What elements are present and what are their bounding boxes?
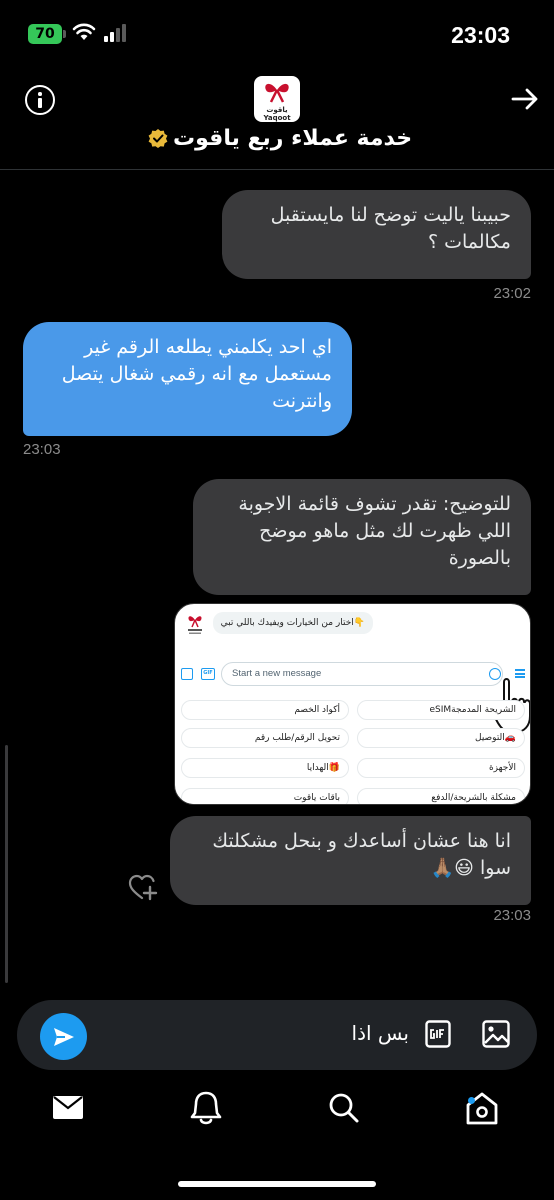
scrollbar[interactable] [5,745,8,983]
message-outgoing[interactable]: انا هنا عشان أساعدك و بنحل مشكلتك سوا 😃🙏… [170,816,531,905]
battery-indicator: 70 [28,24,62,44]
info-icon[interactable] [25,85,55,115]
message-outgoing[interactable]: حبيبنا ياليت توضح لنا مايستقبل مكالمات ؟ [222,190,531,279]
message-timestamp: 23:03 [23,441,61,458]
title-row: خدمة عملاء ربع ياقوت [0,126,554,151]
home-icon[interactable] [462,1088,502,1128]
gif-icon[interactable] [425,1020,451,1048]
message-text: حبيبنا ياليت توضح لنا مايستقبل مكالمات ؟ [270,204,511,253]
send-button[interactable] [40,1013,87,1060]
message-text: للتوضيح: تقدر تشوف قائمة الاجوبة اللي ظه… [238,493,511,569]
message-text: اي احد يكلمني يطلعه الرقم غير مستعمل مع … [61,336,332,412]
attachment-option: أكواد الخصم [181,700,349,720]
attachment-option: مشكلة بالشريحة/الدفع [357,788,525,804]
search-icon[interactable] [324,1088,364,1128]
message-incoming[interactable]: اي احد يكلمني يطلعه الرقم غير مستعمل مع … [23,322,352,436]
message-image-attachment[interactable]: 👇اختار من الخيارات ويفيدك باللي تبي GIF … [174,603,531,805]
attachment-option: تحويل الرقم/طلب رقم [181,728,349,748]
status-time: 23:03 [451,22,510,48]
message-composer: بس اذا [17,1000,537,1070]
notification-dot [468,1097,475,1104]
image-icon[interactable] [482,1020,510,1048]
bow-logo-icon [265,83,289,103]
battery-level: 70 [35,26,55,42]
message-timestamp: 23:03 [493,907,531,924]
logo-text-en: Yaqoot [263,114,291,122]
attachment-option: 🎁الهدايا [181,758,349,778]
logo-text-ar: ياقوت [266,106,288,114]
attachment-option: الشريحة المدمجةeSIM [357,700,525,720]
attachment-option: 🚗التوصيل [357,728,525,748]
message-text: انا هنا عشان أساعدك و بنحل مشكلتك سوا 😃🙏… [212,830,511,879]
message-timestamp: 23:02 [493,285,531,302]
attachment-prompt: 👇اختار من الخيارات ويفيدك باللي تبي [213,612,373,634]
page-title[interactable]: خدمة عملاء ربع ياقوت [173,126,412,151]
heart-plus-icon[interactable] [128,874,158,902]
image-icon [181,668,193,680]
cellular-signal-icon [104,24,126,42]
messages-icon[interactable] [48,1088,88,1128]
avatar[interactable]: ياقوت Yaqoot [254,76,300,122]
message-input[interactable]: بس اذا [317,1021,409,1045]
logo-text: ياقوت Yaqoot [254,106,300,122]
message-outgoing[interactable]: للتوضيح: تقدر تشوف قائمة الاجوبة اللي ظه… [193,479,531,595]
attachment-option: باقات ياقوت [181,788,349,804]
home-indicator [178,1181,376,1187]
bow-logo-icon [188,616,202,634]
notifications-icon[interactable] [186,1088,226,1128]
conversation-header: ياقوت Yaqoot خدمة عملاء ربع ياقوت [0,70,554,170]
header-divider [0,169,554,170]
gif-icon: GIF [201,668,215,680]
arrow-right-icon[interactable] [510,84,540,114]
battery-tip [63,30,66,38]
attachment-message-input: Start a new message [221,662,503,686]
wifi-icon [72,23,96,40]
status-bar: 70 23:03 [0,0,554,70]
attachment-option: الأجهزة [357,758,525,778]
send-icon [54,1028,74,1046]
verified-badge-icon [148,129,168,148]
